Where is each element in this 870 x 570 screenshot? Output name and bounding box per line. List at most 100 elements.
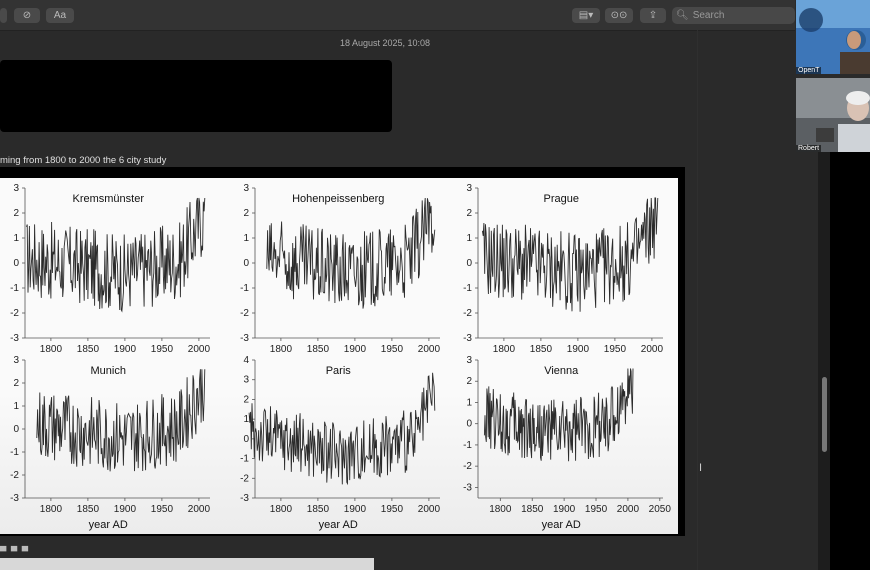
x-tick-label: 1950 [604,344,627,355]
x-tick-label: 1950 [151,344,174,355]
y-tick-label: -2 [240,308,249,319]
x-tick-label: 1850 [530,344,553,355]
partial-text: ▀ ▀ ▀ [0,546,30,556]
chart-title: Prague [544,193,579,205]
redacted-block [0,60,392,132]
y-tick-label: -1 [10,283,19,294]
y-tick-label: -3 [463,333,472,344]
markup-button[interactable] [0,8,7,23]
video-tile-1[interactable]: OpenT [796,0,870,74]
y-tick-label: 3 [243,375,249,386]
y-tick-label: 0 [13,424,19,435]
series-line [26,197,206,313]
y-tick-label: -2 [10,308,19,319]
media-icon: ▤▾ [578,10,594,21]
chart-panel-4: -3 -2 -1 0 1 2 3 1800 1850 1900 1950 2000 Munich year… [10,355,210,531]
chart-title: Munich [91,365,126,377]
checklist-button[interactable]: ⊘ [14,8,40,23]
x-tick-label: 1900 [114,504,137,515]
series-line [266,197,436,309]
scrollbar-thumb[interactable] [822,377,827,452]
y-tick-label: -1 [10,447,19,458]
y-tick-label: -3 [10,493,19,504]
x-tick-label: 1900 [344,504,367,515]
x-tick-label: 1850 [307,504,330,515]
x-tick-label: 1850 [521,504,544,515]
chart-title: Paris [326,365,352,377]
x-tick-label: 1850 [307,344,330,355]
x-tick-label: 1800 [270,504,293,515]
y-tick-label: -3 [10,333,19,344]
chart-panel-1: -3 -2 -1 0 1 2 3 1800 1850 1900 1950 2000 Kremsmünst… [10,183,210,355]
search-input[interactable]: Search [693,10,725,21]
chart-title: Kremsmünster [72,193,144,205]
y-tick-label: 1 [243,414,249,425]
embedded-figure: -3 -2 -1 0 1 2 3 1800 1850 1900 1950 2000 Kremsmünst… [0,178,678,534]
video-tile-2[interactable]: Robert [796,78,870,152]
series-line [248,372,436,486]
chart-panel-5: -3 -2 -1 0 1 2 3 4 1800 1850 1900 1950 2000 Paris year… [240,355,440,531]
y-tick-label: -1 [463,440,472,451]
y-tick-label: -1 [463,283,472,294]
collaborate-button[interactable]: ⊙⊙ [605,8,633,23]
series-line [481,197,659,312]
partial-image [0,558,374,570]
y-tick-label: -3 [240,493,249,504]
note-caption: ming from 1800 to 2000 the 6 city study [0,155,167,166]
x-tick-label: 2000 [641,344,664,355]
y-tick-label: 1 [243,233,249,244]
media-button[interactable]: ▤▾ [572,8,600,23]
y-tick-label: -1 [240,454,249,465]
x-tick-label: 1800 [270,344,293,355]
x-tick-label: 2000 [188,504,211,515]
share-button[interactable]: ⇪ [640,8,666,23]
x-tick-label: 1850 [77,504,100,515]
x-tick-label: 1900 [344,344,367,355]
y-tick-label: 0 [13,258,19,269]
text-format-icon: Aa [53,10,67,21]
y-tick-label: -3 [463,482,472,493]
search-field[interactable]: 🔍︎ Search [672,7,795,24]
participant-video-1 [796,0,870,74]
participant-video-2 [796,78,870,152]
y-tick-label: -2 [240,473,249,484]
y-tick-label: 1 [466,397,472,408]
text-cursor-icon: I [699,462,703,474]
x-axis-label: year AD [319,519,358,531]
y-tick-label: -2 [463,461,472,472]
y-tick-label: 2 [243,208,249,219]
y-tick-label: 1 [13,401,19,412]
chart-panel-6: -3 -2 -1 0 1 2 3 1800 1850 1900 1950 2000 2050 Vienna… [463,355,671,531]
x-tick-label: 1950 [585,504,608,515]
y-tick-label: 1 [466,233,472,244]
y-tick-label: 2 [13,208,19,219]
series-line [483,368,634,462]
note-timestamp: 18 August 2025, 10:08 [339,38,431,48]
x-tick-label: 1900 [553,504,576,515]
y-tick-label: -2 [463,308,472,319]
x-tick-label: 1800 [493,344,516,355]
y-tick-label: 3 [466,183,472,194]
participant-name: Robert [796,145,822,152]
x-tick-label: 1800 [489,504,512,515]
y-tick-label: 3 [13,355,19,366]
share-icon: ⇪ [648,10,658,21]
x-tick-label: 1950 [151,504,174,515]
x-tick-label: 1850 [77,344,100,355]
x-tick-label: 1900 [567,344,590,355]
x-tick-label: 1950 [381,344,404,355]
y-tick-label: 4 [243,355,249,366]
text-format-button[interactable]: Aa [46,8,74,23]
x-tick-label: 2000 [418,344,441,355]
video-sidebar-empty [830,152,870,570]
y-tick-label: 0 [243,258,249,269]
x-tick-label: 1950 [381,504,404,515]
participant-name: OpenT [796,67,822,74]
chart-title: Hohenpeissenberg [292,193,384,205]
y-tick-label: 3 [13,183,19,194]
search-icon: 🔍︎ [676,10,689,21]
x-tick-label: 1900 [114,344,137,355]
x-tick-label: 1800 [40,504,63,515]
y-tick-label: 1 [13,233,19,244]
x-axis-label: year AD [542,519,581,531]
